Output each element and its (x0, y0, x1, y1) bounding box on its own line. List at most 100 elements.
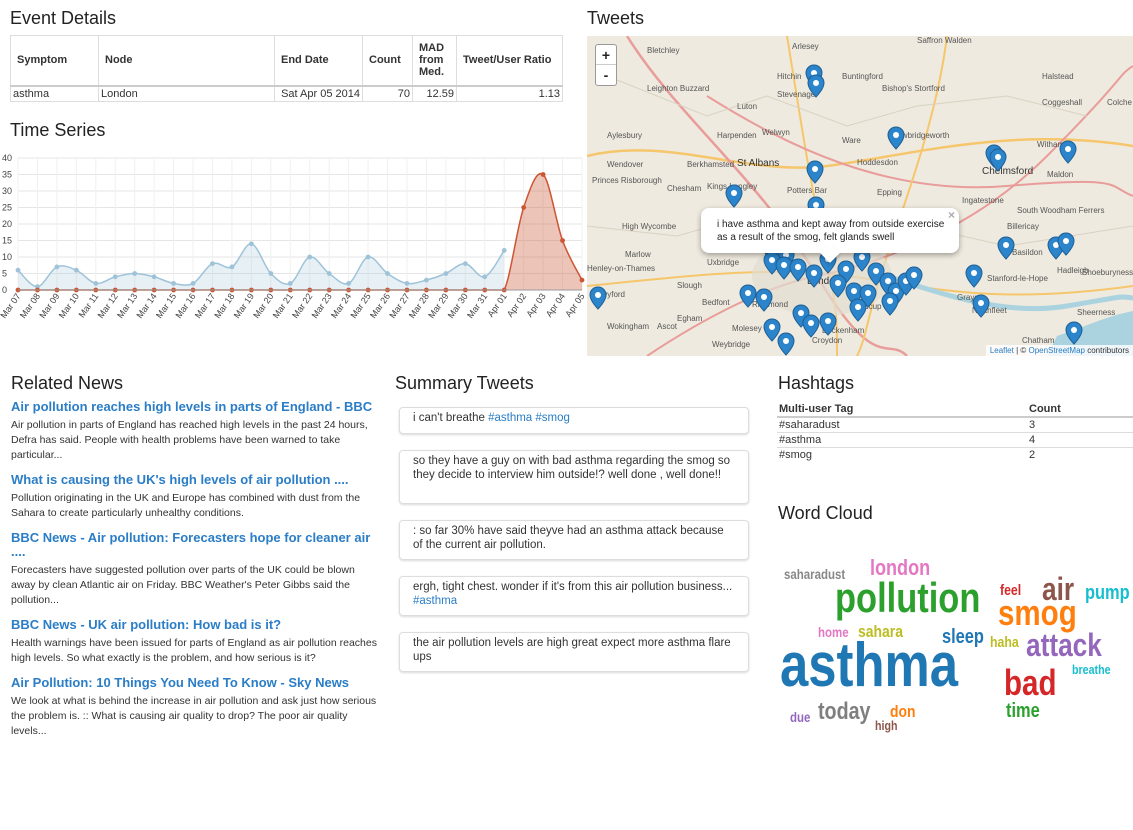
word-cloud: saharadust london pollution feel air pump smog… (780, 555, 1133, 740)
map-place-label: Coggeshall (1042, 98, 1083, 107)
column-header-end-date[interactable]: End Date (274, 35, 363, 87)
map-marker-icon[interactable] (881, 292, 899, 316)
data-point (287, 281, 293, 286)
summary-tweets-heading: Summary Tweets (395, 373, 534, 393)
data-point (560, 238, 565, 243)
map-marker-icon[interactable] (905, 266, 923, 290)
map-place-label: Chesham (667, 184, 702, 193)
map-place-label: Shoeburyness (1082, 268, 1133, 277)
map-marker-icon[interactable] (819, 312, 837, 336)
word-cloud-word[interactable]: pollution (835, 577, 980, 619)
map-marker-icon[interactable] (997, 236, 1015, 260)
map-place-label: High Wycombe (622, 222, 677, 231)
map-marker-icon[interactable] (849, 298, 867, 322)
data-point (210, 261, 215, 266)
word-cloud-word[interactable]: breathe (1072, 663, 1111, 676)
news-link[interactable]: Air pollution reaches high levels in par… (11, 400, 377, 414)
data-point (229, 264, 235, 270)
tweet-hashtags[interactable]: #asthma (413, 595, 457, 607)
tweet-hashtags[interactable]: #asthma #smog (488, 412, 570, 424)
map-attribution: Leaflet | © OpenStreetMap contributors (985, 345, 1133, 356)
news-link[interactable]: Air Pollution: 10 Things You Need To Kno… (11, 676, 377, 690)
word-cloud-word[interactable]: smog (998, 595, 1077, 631)
map-marker-icon[interactable] (755, 288, 773, 312)
data-point (268, 271, 274, 276)
news-link[interactable]: BBC News - UK air pollution: How bad is … (11, 618, 377, 632)
news-link[interactable]: What is causing the UK's high levels of … (11, 473, 377, 487)
map-marker-icon[interactable] (887, 126, 905, 150)
map-marker-icon[interactable] (802, 314, 820, 338)
data-point (540, 172, 546, 177)
map-marker-icon[interactable] (589, 286, 607, 310)
column-header-ratio[interactable]: Tweet/User Ratio (456, 35, 563, 87)
column-header-symptom[interactable]: Symptom (10, 35, 99, 87)
time-series-chart: 0510152025303540Mar 07Mar 08Mar 09Mar 10… (0, 153, 587, 320)
map-place-label: Ingatestone (962, 196, 1004, 205)
word-cloud-word[interactable]: today (818, 700, 870, 724)
list-item: BBC News - Air pollution: Forecasters ho… (11, 531, 377, 608)
cell-node: London (98, 85, 275, 102)
data-point (93, 281, 99, 286)
news-link[interactable]: BBC News - Air pollution: Forecasters ho… (11, 531, 377, 559)
map-marker-icon[interactable] (1059, 140, 1077, 164)
word-cloud-word[interactable]: high (875, 719, 897, 732)
column-header-tag[interactable]: Multi-user Tag (777, 402, 1027, 418)
word-cloud-word[interactable]: haha (990, 635, 1019, 650)
data-point (346, 281, 352, 286)
map-marker-icon[interactable] (989, 148, 1007, 172)
map-place-label: Marlow (625, 250, 651, 259)
word-cloud-word[interactable]: bad (1004, 665, 1056, 701)
map-marker-icon[interactable] (807, 74, 825, 98)
y-tick-label: 5 (2, 269, 7, 279)
table-row[interactable]: #saharadust 3 (777, 416, 1133, 433)
news-description: Air pollution in parts of England has re… (11, 419, 368, 461)
popup-close-icon[interactable]: × (948, 209, 955, 222)
map-marker-icon[interactable] (1065, 321, 1083, 345)
map-place-label: Ware (842, 136, 861, 145)
event-details-header-row: Symptom Node End Date Count MAD from Med… (10, 35, 563, 87)
series-area (18, 243, 505, 290)
map-place-label: Colche (1107, 98, 1132, 107)
word-cloud-word[interactable]: asthma (780, 635, 958, 697)
news-description: We look at what is behind the increase i… (11, 695, 377, 737)
osm-link[interactable]: OpenStreetMap (1028, 346, 1084, 355)
map-place-label: Molesey (732, 324, 762, 333)
map-marker-icon[interactable] (965, 264, 983, 288)
table-row[interactable]: #asthma 4 (777, 432, 1133, 448)
zoom-out-button[interactable]: - (596, 65, 616, 85)
word-cloud-word[interactable]: pump (1085, 583, 1130, 603)
map-zoom-control: + - (595, 44, 617, 86)
table-row[interactable]: asthma London Sat Apr 05 2014 70 12.59 1… (10, 85, 563, 102)
word-cloud-word[interactable]: due (790, 710, 810, 724)
map-marker-icon[interactable] (1057, 232, 1075, 256)
map-place-label: Princes Risborough (592, 176, 662, 185)
column-header-count[interactable]: Count (362, 35, 413, 87)
map-place-label: Saffron Walden (917, 36, 972, 45)
map-place-label: Hoddesdon (857, 158, 898, 167)
data-point (482, 274, 488, 280)
map-marker-icon[interactable] (806, 160, 824, 184)
map-place-label: Billericay (1007, 222, 1040, 231)
zoom-in-button[interactable]: + (596, 45, 616, 65)
map-place-label: Hitchin (777, 72, 802, 81)
column-header-node[interactable]: Node (98, 35, 275, 87)
map-place-label: South Woodham Ferrers (1017, 206, 1105, 215)
map-place-label: St Albans (737, 158, 780, 169)
cell-mad: 12.59 (412, 85, 457, 102)
column-header-mad[interactable]: MAD from Med. (412, 35, 457, 87)
word-cloud-word[interactable]: time (1006, 701, 1040, 721)
map-marker-icon[interactable] (777, 332, 795, 356)
table-row[interactable]: #smog 2 (777, 447, 1133, 463)
y-tick-label: 35 (2, 170, 12, 180)
map-marker-icon[interactable] (725, 184, 743, 208)
cell-symptom: asthma (10, 85, 99, 102)
tweet-text: the air pollution levels are high great … (413, 637, 731, 663)
y-tick-label: 10 (2, 252, 12, 262)
column-header-count[interactable]: Count (1027, 402, 1133, 418)
leaflet-link[interactable]: Leaflet (990, 346, 1014, 355)
word-cloud-word[interactable]: attack (1026, 629, 1102, 661)
map-marker-icon[interactable] (972, 294, 990, 318)
data-point (521, 205, 527, 210)
tweet-text: : so far 30% have said theyve had an ast… (413, 525, 724, 551)
tweets-map[interactable]: + - Bletchley Arlesey Saffron Walden Hitchi… (587, 36, 1133, 356)
